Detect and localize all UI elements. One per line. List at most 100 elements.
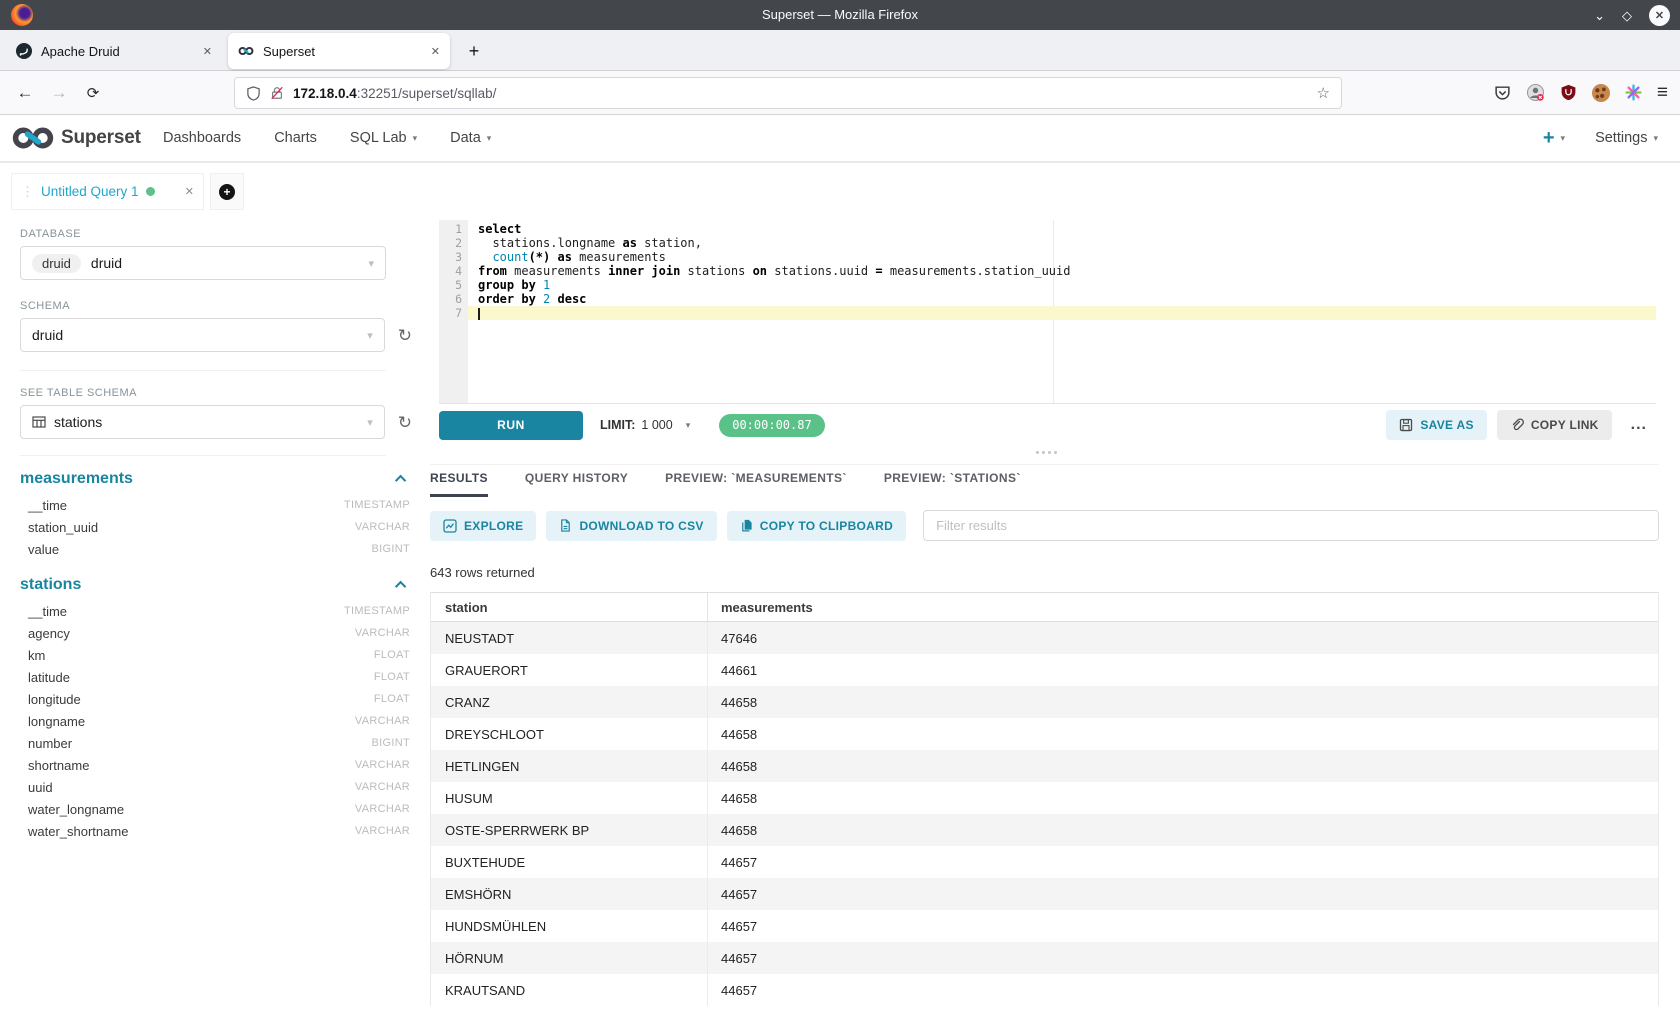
tab-close-icon[interactable]: ✕ [431, 45, 440, 58]
chevron-up-icon[interactable] [395, 581, 406, 592]
code-line: group by 1 [468, 278, 1656, 292]
table-row: DREYSCHLOOT44658 [431, 718, 1658, 750]
code-line: count(*) as measurements [468, 250, 1656, 264]
column-header-measurements[interactable]: measurements [708, 593, 1658, 621]
cell-measurements: 44657 [708, 974, 1658, 1006]
window-close-icon[interactable]: ✕ [1649, 5, 1670, 26]
column-name: uuid [28, 780, 53, 795]
window-maximize-icon[interactable]: ◇ [1622, 9, 1632, 22]
copy-clipboard-button[interactable]: COPY TO CLIPBOARD [727, 511, 906, 541]
query-tab-close-icon[interactable]: ✕ [185, 185, 194, 198]
chevron-up-icon[interactable] [395, 475, 406, 486]
filter-results-input[interactable] [923, 510, 1659, 541]
save-floppy-icon [1399, 418, 1413, 432]
profile-disabled-icon[interactable] [1526, 83, 1545, 102]
url-host: 172.18.0.4 [293, 86, 357, 101]
cell-station: HUNDSMÜHLEN [431, 910, 708, 942]
column-type: TIMESTAMP [344, 499, 410, 511]
nav-item-sql-lab[interactable]: SQL Lab▾ [350, 130, 417, 146]
column-type: VARCHAR [355, 825, 410, 837]
pocket-icon[interactable] [1494, 84, 1511, 101]
editor-toolbar: RUN LIMIT: 1 000 ▾ 00:00:00.87 SAVE AS C… [439, 405, 1656, 445]
table-section-heading[interactable]: stations [20, 570, 412, 600]
browser-tab-apache-druid[interactable]: Apache Druid ✕ [6, 34, 222, 68]
column-type: BIGINT [372, 737, 410, 749]
tab-preview-measurements[interactable]: PREVIEW: `MEASUREMENTS` [665, 471, 847, 497]
nav-item-data[interactable]: Data▾ [450, 130, 491, 146]
menu-hamburger-icon[interactable]: ≡ [1657, 82, 1668, 104]
settings-menu[interactable]: Settings▾ [1595, 130, 1658, 146]
save-as-button[interactable]: SAVE AS [1386, 410, 1486, 440]
table-section-heading[interactable]: measurements [20, 464, 412, 494]
asterisk-extension-icon[interactable] [1625, 84, 1642, 101]
explore-label: EXPLORE [464, 519, 523, 533]
more-actions-button[interactable]: ... [1622, 416, 1656, 434]
browser-toolbar: ← → ⟳ 172.18.0.4:32251/superset/sqllab/ … [0, 71, 1680, 115]
save-as-label: SAVE AS [1420, 418, 1473, 432]
limit-dropdown[interactable]: LIMIT: 1 000 ▾ [600, 418, 690, 432]
chevron-down-icon: ▾ [413, 133, 418, 144]
results-table-body: NEUSTADT47646GRAUERORT44661CRANZ44658DRE… [431, 622, 1658, 1006]
chart-icon [443, 519, 457, 533]
panel-resize-handle[interactable] [1028, 448, 1064, 456]
browser-tabbar: Apache Druid ✕ Superset ✕ + [0, 30, 1680, 71]
results-table-header: station measurements [431, 592, 1658, 622]
back-button[interactable]: ← [10, 78, 40, 108]
schema-select[interactable]: druid ▾ [20, 318, 385, 352]
database-select[interactable]: druid druid ▾ [20, 246, 386, 280]
bookmark-star-icon[interactable]: ☆ [1317, 84, 1330, 102]
sql-editor[interactable]: 1234567 select stations.longname as stat… [439, 220, 1656, 404]
tab-close-icon[interactable]: ✕ [203, 45, 212, 58]
download-csv-button[interactable]: DOWNLOAD TO CSV [546, 511, 716, 541]
new-tab-button[interactable]: + [461, 38, 487, 64]
gutter-line-number: 7 [439, 306, 468, 320]
database-select-value: druid [91, 255, 122, 271]
reload-button[interactable]: ⟳ [78, 78, 108, 108]
paperclip-icon [1510, 418, 1524, 432]
cookie-icon[interactable] [1592, 84, 1610, 102]
nav-item-charts[interactable]: Charts [274, 130, 317, 146]
query-tab-label: Untitled Query 1 [41, 184, 139, 199]
copy-clipboard-label: COPY TO CLIPBOARD [760, 519, 893, 533]
url-bar[interactable]: 172.18.0.4:32251/superset/sqllab/ ☆ [234, 77, 1342, 109]
add-query-tab-button[interactable]: + [210, 173, 244, 210]
table-section-name: stations [20, 576, 81, 594]
plus-icon: + [1543, 128, 1555, 148]
column-row: water_longnameVARCHAR [20, 798, 412, 820]
text-cursor [478, 308, 480, 320]
tab-preview-stations[interactable]: PREVIEW: `STATIONS` [884, 471, 1021, 497]
column-type: VARCHAR [355, 781, 410, 793]
shield-icon[interactable] [246, 86, 261, 101]
explore-button[interactable]: EXPLORE [430, 511, 536, 541]
cell-measurements: 44657 [708, 846, 1658, 878]
gutter-line-number: 2 [439, 236, 468, 250]
insecure-lock-icon[interactable] [270, 86, 284, 100]
drag-handle-icon[interactable]: ⋮ [21, 184, 34, 200]
copy-link-button[interactable]: COPY LINK [1497, 410, 1612, 440]
column-type: BIGINT [372, 543, 410, 555]
database-label: DATABASE [20, 228, 412, 240]
tab-query-history[interactable]: QUERY HISTORY [525, 471, 628, 497]
add-new-button[interactable]: +▾ [1543, 128, 1565, 148]
nav-item-dashboards[interactable]: Dashboards [163, 130, 241, 146]
refresh-schema-icon[interactable]: ↻ [398, 327, 412, 344]
code-line: from measurements inner join stations on… [468, 264, 1656, 278]
rows-returned-text: 643 rows returned [430, 565, 1659, 580]
column-row: numberBIGINT [20, 732, 412, 754]
browser-tab-superset[interactable]: Superset ✕ [228, 33, 450, 69]
query-tab-untitled-query-1[interactable]: ⋮ Untitled Query 1 ✕ [11, 173, 204, 210]
tab-results[interactable]: RESULTS [430, 471, 488, 497]
forward-button[interactable]: → [44, 78, 74, 108]
table-row: KRAUTSAND44657 [431, 974, 1658, 1006]
run-button[interactable]: RUN [439, 411, 583, 440]
column-header-station[interactable]: station [431, 593, 708, 621]
table-select[interactable]: stations ▾ [20, 405, 385, 439]
window-title: Superset — Mozilla Firefox [0, 0, 1680, 30]
superset-logo[interactable]: Superset [12, 115, 141, 161]
column-row: __timeTIMESTAMP [20, 494, 412, 516]
ublock-icon[interactable] [1560, 84, 1577, 101]
refresh-table-icon[interactable]: ↻ [398, 414, 412, 431]
window-minimize-icon[interactable]: ⌄ [1594, 9, 1605, 22]
cell-station: OSTE-SPERRWERK BP [431, 814, 708, 846]
column-name: shortname [28, 758, 89, 773]
